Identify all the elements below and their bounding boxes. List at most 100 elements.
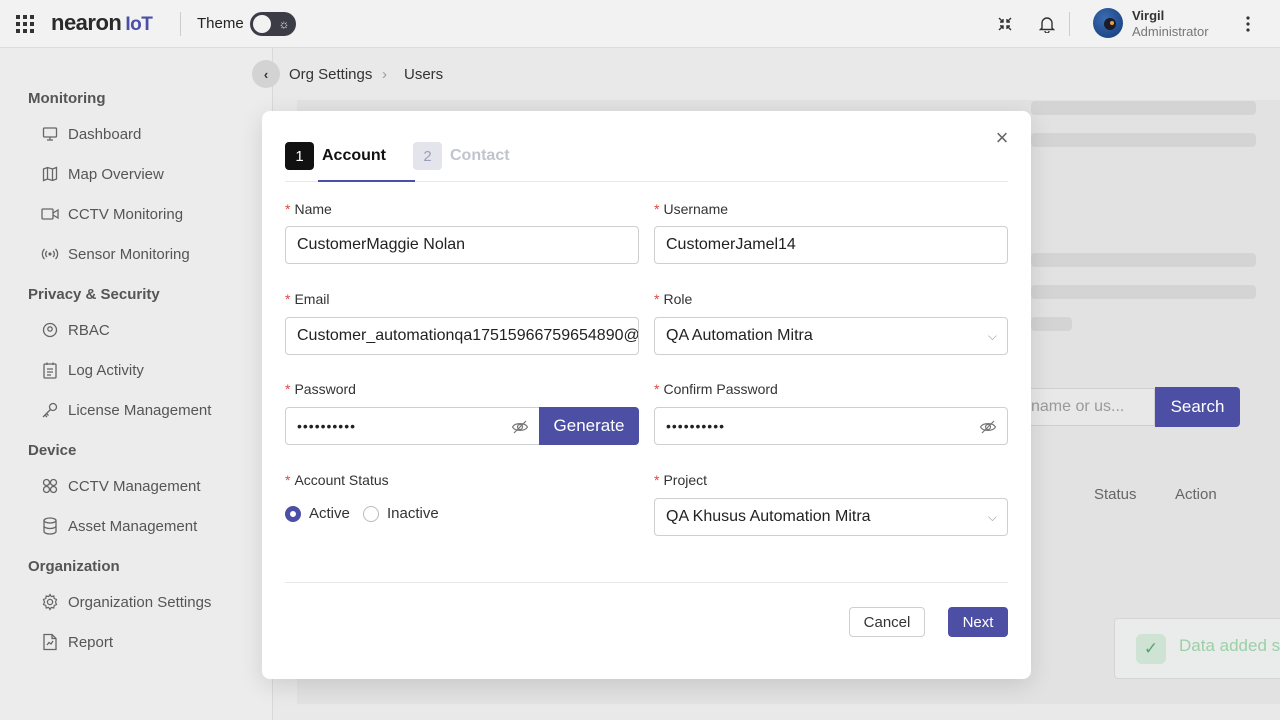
project-value: QA Khusus Automation Mitra — [666, 508, 871, 525]
next-button[interactable]: Next — [948, 607, 1008, 637]
skeleton-bar — [1031, 285, 1256, 299]
email-field[interactable]: Customer_automationqa17515966759654890@ — [285, 317, 639, 355]
skeleton-bar — [1031, 253, 1256, 267]
confirm-password-value: •••••••••• — [666, 418, 726, 434]
divider — [180, 12, 181, 36]
user-role: Administrator — [1132, 24, 1209, 39]
sidebar-item-license-management[interactable]: License Management — [40, 398, 211, 422]
role-value: QA Automation Mitra — [666, 327, 813, 344]
rbac-icon — [40, 320, 60, 340]
email-label: * Email — [285, 291, 330, 307]
sidebar-item-label: RBAC — [68, 321, 110, 339]
sun-icon: ☼ — [278, 17, 290, 31]
eye-off-icon[interactable] — [979, 418, 997, 436]
username-field[interactable]: CustomerJamel14 — [654, 226, 1008, 264]
sidebar-item-label: CCTV Management — [68, 477, 201, 495]
chevron-down-icon: ⌵ — [987, 510, 997, 524]
confirm-password-label: * Confirm Password — [654, 381, 778, 397]
section-title-privacy-security: Privacy & Security — [28, 286, 160, 303]
sidebar-item-map-overview[interactable]: Map Overview — [40, 162, 164, 186]
sidebar-item-rbac[interactable]: RBAC — [40, 318, 110, 342]
database-icon — [40, 516, 60, 536]
section-title-monitoring: Monitoring — [28, 90, 106, 107]
log-icon — [40, 360, 60, 380]
skeleton-bar — [1031, 101, 1256, 115]
breadcrumb-org-settings[interactable]: Org Settings — [289, 66, 372, 83]
sidebar-item-report[interactable]: Report — [40, 630, 113, 654]
sensor-icon — [40, 244, 60, 264]
name-label: * Name — [285, 201, 332, 217]
sidebar-item-dashboard[interactable]: Dashboard — [40, 122, 141, 146]
sidebar-item-sensor-monitoring[interactable]: Sensor Monitoring — [40, 242, 190, 266]
map-icon — [40, 164, 60, 184]
top-bar: nearon IoT Theme ☼ Virgil Administrator — [0, 0, 1280, 48]
cancel-button[interactable]: Cancel — [849, 607, 925, 637]
sidebar-item-label: Dashboard — [68, 125, 142, 143]
video-icon — [40, 204, 60, 224]
name-value: CustomerMaggie Nolan — [297, 236, 466, 253]
project-select[interactable]: QA Khusus Automation Mitra ⌵ — [654, 498, 1008, 536]
sidebar-item-organization-settings[interactable]: Organization Settings — [40, 590, 211, 614]
search-input[interactable]: name or us... — [1020, 388, 1155, 426]
chevron-down-icon: ⌵ — [987, 329, 997, 343]
apps-grid-icon[interactable] — [16, 15, 34, 33]
sidebar-item-label: License Management — [68, 401, 212, 419]
step-account[interactable]: 1 Account — [285, 142, 386, 170]
search-button[interactable]: Search — [1155, 387, 1240, 427]
sidebar-item-cctv-monitoring[interactable]: CCTV Monitoring — [40, 202, 183, 226]
eye-off-icon[interactable] — [511, 418, 529, 436]
user-name[interactable]: Virgil — [1132, 8, 1164, 23]
radio-unchecked — [363, 505, 379, 522]
sidebar-item-log-activity[interactable]: Log Activity — [40, 358, 144, 382]
radio-checked — [285, 505, 301, 522]
password-value: •••••••••• — [297, 418, 357, 434]
step-label: Contact — [450, 147, 510, 164]
chevron-right-icon: › — [382, 66, 387, 83]
radio-label: Active — [309, 505, 350, 522]
avatar[interactable] — [1093, 8, 1123, 38]
fullscreen-collapse-icon[interactable] — [993, 12, 1017, 36]
close-icon[interactable]: × — [992, 127, 1012, 149]
logo-text: nearon — [51, 10, 122, 35]
report-icon — [40, 632, 60, 652]
status-radio-active[interactable]: Active — [285, 505, 350, 522]
success-toast: ✓ Data added s — [1114, 618, 1280, 679]
status-radio-inactive[interactable]: Inactive — [363, 505, 439, 522]
skeleton-bar — [1031, 133, 1256, 147]
logo-suffix: IoT — [125, 14, 153, 35]
step-number: 1 — [285, 142, 314, 170]
username-label: * Username — [654, 201, 729, 217]
sidebar-item-label: Sensor Monitoring — [68, 245, 190, 263]
confirm-password-field[interactable]: •••••••••• — [654, 407, 1008, 445]
toast-message: Data added s — [1179, 636, 1280, 655]
bell-icon[interactable] — [1035, 12, 1059, 36]
role-select[interactable]: QA Automation Mitra ⌵ — [654, 317, 1008, 355]
sidebar-item-label: Map Overview — [68, 165, 164, 183]
toggle-knob — [253, 15, 271, 33]
sidebar-collapse-button[interactable]: ‹ — [252, 60, 280, 88]
breadcrumb-users: Users — [404, 66, 444, 83]
theme-toggle[interactable]: ☼ — [250, 12, 296, 36]
sidebar-item-asset-management[interactable]: Asset Management — [40, 514, 197, 538]
generate-password-button[interactable]: Generate — [539, 407, 639, 445]
sidebar-item-label: Asset Management — [68, 517, 198, 535]
more-vertical-icon[interactable] — [1236, 12, 1260, 36]
app-logo[interactable]: nearon IoT — [51, 10, 153, 36]
table-header-action: Action — [1175, 486, 1217, 503]
sidebar: Monitoring Dashboard Map Overview CCTV M… — [0, 48, 273, 720]
step-number: 2 — [413, 142, 442, 170]
table-header-status: Status — [1094, 486, 1137, 503]
radio-label: Inactive — [387, 505, 439, 522]
sidebar-item-label: Organization Settings — [68, 593, 212, 611]
skeleton-bar — [1031, 317, 1072, 331]
password-label: * Password — [285, 381, 356, 397]
step-contact[interactable]: 2 Contact — [413, 142, 510, 170]
gear-icon — [40, 592, 60, 612]
section-title-device: Device — [28, 442, 77, 459]
name-field[interactable]: CustomerMaggie Nolan — [285, 226, 639, 264]
add-user-modal: × 1 Account 2 Contact * Name CustomerMagg… — [262, 111, 1031, 679]
sidebar-item-cctv-management[interactable]: CCTV Management — [40, 474, 201, 498]
sidebar-item-label: Log Activity — [68, 361, 144, 379]
sidebar-item-label: Report — [68, 633, 114, 651]
password-field[interactable]: •••••••••• — [285, 407, 540, 445]
